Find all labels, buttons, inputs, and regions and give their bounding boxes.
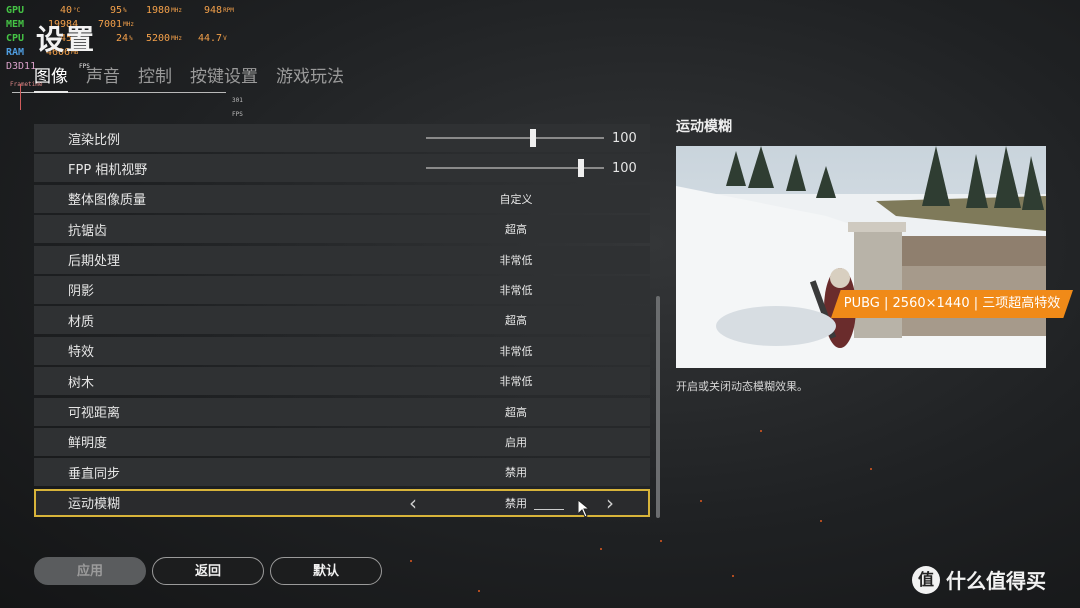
setting-row-textures[interactable]: 材质 超高 [34, 306, 650, 335]
osd-gpu-clock: 1980MHz [146, 5, 182, 16]
chevron-left-icon[interactable]: ‹ [409, 493, 417, 513]
setting-label: 整体图像质量 [68, 193, 147, 209]
apply-button[interactable]: 应用 [34, 557, 146, 585]
ember-particle [700, 500, 702, 502]
setting-value: 非常低 [499, 344, 533, 358]
setting-value: 非常低 [499, 283, 533, 297]
osd-gpu-load: 95% [110, 5, 127, 16]
watermark: 值 什么值得买 [912, 565, 1046, 594]
ember-particle [410, 560, 412, 562]
render-scale-slider[interactable] [426, 129, 604, 147]
setting-value: 非常低 [499, 253, 533, 267]
setting-label: 垂直同步 [68, 466, 121, 482]
setting-value: 超高 [505, 405, 527, 419]
setting-row-shadows[interactable]: 阴影 非常低 [34, 275, 650, 304]
preview-description: 开启或关闭动态模糊效果。 [676, 380, 808, 393]
fpp-fov-slider[interactable] [426, 159, 604, 178]
setting-row-post-processing[interactable]: 后期处理 非常低 [34, 245, 650, 274]
setting-label: 材质 [68, 314, 95, 330]
selection-underline [534, 508, 564, 510]
setting-label: 树木 [68, 375, 95, 391]
osd-fps-text: 301 FPS [232, 97, 243, 118]
setting-label: 抗锯齿 [68, 223, 108, 239]
watermark-text: 什么值得买 [946, 569, 1046, 593]
osd-cpu-load: 24% [116, 33, 133, 44]
setting-label: FPP 相机视野 [68, 162, 148, 178]
setting-row-vsync[interactable]: 垂直同步 禁用 [34, 458, 650, 487]
settings-scrollbar[interactable] [656, 296, 660, 518]
setting-value: 启用 [505, 435, 527, 449]
setting-row-overall-quality[interactable]: 整体图像质量 自定义 [34, 184, 650, 213]
setting-value: 自定义 [499, 192, 533, 206]
osd-ram-label: RAM [6, 47, 25, 58]
ember-particle [660, 540, 662, 542]
graphics-settings-list: 渲染比例 100 FPP 相机视野 100 整体图像质量 自定义 抗锯齿 超高 … [34, 124, 650, 519]
resolution-banner: PUBG | 2560×1440 | 三项超高特效 [831, 290, 1073, 318]
setting-value: 超高 [505, 314, 527, 328]
osd-gpu-power: 948RPM [204, 5, 234, 16]
setting-value: 100 [612, 160, 637, 176]
watermark-logo-icon: 值 [912, 565, 940, 594]
setting-label: 运动模糊 [68, 497, 121, 513]
setting-value: 非常低 [499, 375, 533, 389]
setting-label: 阴影 [68, 284, 95, 300]
tab-keybindings[interactable]: 按键设置 [190, 62, 258, 93]
settings-tabs: 图像 声音 控制 按键设置 游戏玩法 [34, 62, 344, 93]
ember-particle [820, 520, 822, 522]
osd-gpu-row: GPU 40°C 95% 1980MHz 948RPM [6, 4, 246, 18]
setting-label: 渲染比例 [68, 132, 121, 148]
ember-particle [478, 590, 480, 592]
setting-row-render-scale[interactable]: 渲染比例 100 [34, 124, 650, 152]
osd-cpu-volt: 44.7V [198, 33, 227, 44]
setting-row-effects[interactable]: 特效 非常低 [34, 336, 650, 365]
setting-row-sharpen[interactable]: 鲜明度 启用 [34, 427, 650, 456]
tab-graphics[interactable]: 图像 [34, 62, 68, 93]
preview-image [676, 146, 1046, 368]
setting-row-anti-aliasing[interactable]: 抗锯齿 超高 [34, 215, 650, 244]
osd-mem-value2: 7001MHz [98, 19, 134, 30]
setting-value: 100 [612, 130, 637, 146]
tab-gameplay[interactable]: 游戏玩法 [276, 62, 344, 93]
default-button[interactable]: 默认 [270, 557, 382, 585]
osd-gpu-temp: 40°C [60, 5, 81, 16]
osd-mem-label: MEM [6, 19, 25, 30]
setting-label: 特效 [68, 345, 95, 361]
setting-row-motion-blur[interactable]: 运动模糊 ‹ 禁用 › [34, 488, 650, 517]
preview-title: 运动模糊 [676, 119, 732, 135]
slider-thumb[interactable] [529, 129, 536, 147]
tab-controls[interactable]: 控制 [138, 62, 172, 93]
osd-gpu-label: GPU [6, 5, 25, 16]
setting-value: 禁用 [505, 466, 527, 480]
setting-row-foliage[interactable]: 树木 非常低 [34, 367, 650, 396]
setting-label: 鲜明度 [68, 436, 108, 452]
ember-particle [732, 575, 734, 577]
setting-label: 可视距离 [68, 406, 121, 422]
osd-d3d-label: D3D11 [6, 61, 37, 72]
chevron-right-icon[interactable]: › [606, 493, 614, 513]
tab-sound[interactable]: 声音 [86, 62, 120, 93]
setting-row-fpp-fov[interactable]: FPP 相机视野 100 [34, 154, 650, 183]
osd-cpu-label: CPU [6, 33, 25, 44]
osd-frametime-spike [20, 84, 21, 110]
snow-scene-illustration [676, 146, 1046, 368]
osd-cpu-clock: 5200MHz [146, 33, 182, 44]
page-title: 设置 [36, 23, 97, 56]
setting-row-view-distance[interactable]: 可视距离 超高 [34, 397, 650, 426]
ember-particle [870, 468, 872, 470]
setting-label: 后期处理 [68, 254, 121, 270]
ember-particle [760, 430, 762, 432]
ember-particle [600, 548, 602, 550]
back-button[interactable]: 返回 [152, 557, 264, 585]
setting-value: 超高 [505, 223, 527, 237]
mouse-cursor-icon [578, 500, 590, 518]
slider-thumb[interactable] [577, 159, 584, 178]
